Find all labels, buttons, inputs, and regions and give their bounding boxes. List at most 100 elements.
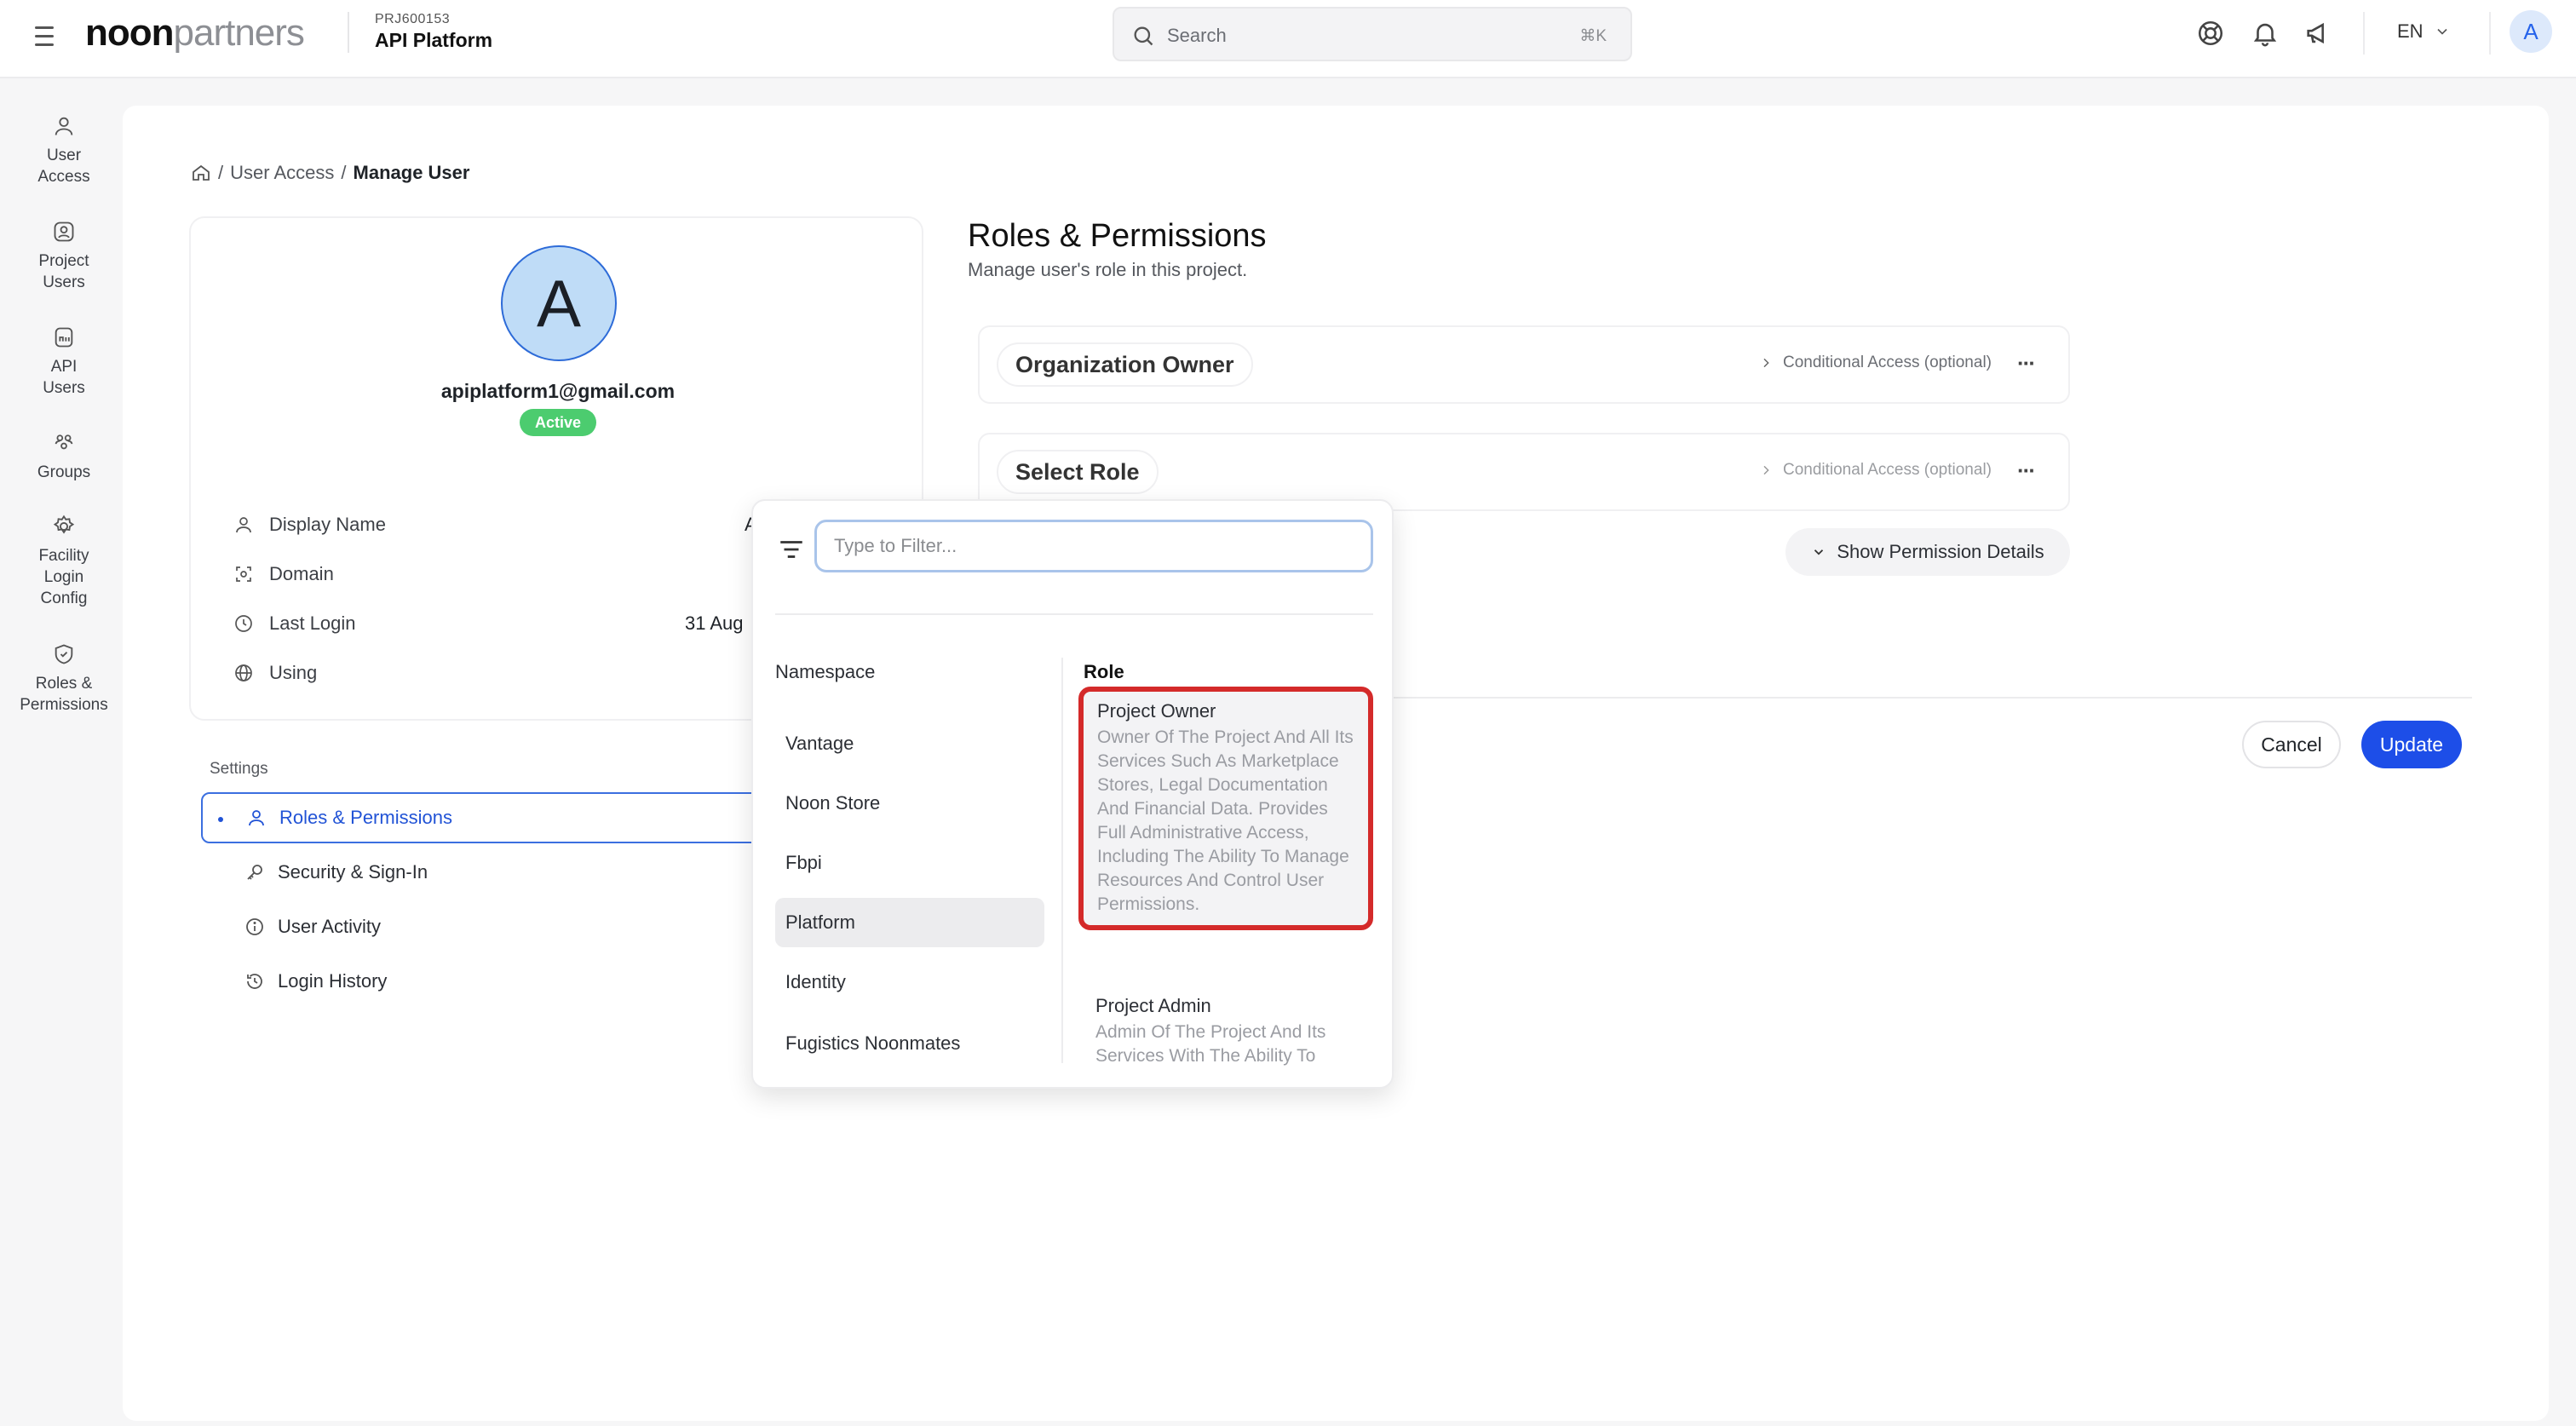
namespace-item-noon-store[interactable]: Noon Store — [775, 779, 1044, 828]
breadcrumb-current: Manage User — [353, 162, 470, 183]
filter-input[interactable] — [814, 520, 1373, 572]
breadcrumb-separator: / — [341, 162, 347, 183]
conditional-access-toggle[interactable]: Conditional Access (optional) — [1759, 354, 1992, 372]
history-icon — [242, 969, 267, 994]
logo-noon: noon — [85, 12, 175, 54]
namespace-item-platform[interactable]: Platform — [775, 898, 1044, 947]
namespace-item-identity[interactable]: Identity — [775, 957, 1044, 1007]
show-permission-details-button[interactable]: Show Permission Details — [1785, 528, 2070, 576]
settings-title: Settings — [210, 760, 268, 778]
role-option-project-owner[interactable]: Project Owner Owner Of The Project And A… — [1078, 687, 1373, 930]
settings-roles-permissions[interactable]: Roles & Permissions — [201, 792, 814, 843]
namespace-item-vantage[interactable]: Vantage — [775, 719, 1044, 768]
role-header: Role — [1084, 661, 1124, 682]
namespace-item-fugistics-noonmates[interactable]: Fugistics Noonmates — [775, 1019, 1044, 1068]
role-option-description: Owner Of The Project And All Its Service… — [1097, 727, 1354, 914]
settings-label: User Activity — [278, 916, 382, 937]
home-icon[interactable] — [191, 163, 211, 183]
user-icon — [244, 805, 269, 831]
more-options-icon[interactable]: ··· — [2009, 453, 2043, 487]
namespace-header: Namespace — [775, 661, 876, 682]
role-option-description: Admin Of The Project And Its Services Wi… — [1095, 1022, 1326, 1066]
user-icon — [232, 513, 256, 537]
nav-project-users[interactable]: Project Users — [0, 220, 128, 293]
logo[interactable]: noonpartners — [85, 12, 305, 55]
shield-check-icon — [55, 644, 73, 664]
update-button[interactable]: Update — [2361, 721, 2462, 768]
roles-title: Roles & Permissions — [968, 218, 1267, 254]
conditional-access-label: Conditional Access (optional) — [1782, 461, 1992, 479]
nav-label: Config — [40, 589, 88, 607]
groups-icon — [55, 434, 73, 450]
conditional-access-label: Conditional Access (optional) — [1782, 354, 1992, 371]
nav-user-access[interactable]: User Access — [0, 114, 128, 187]
nav-api-users[interactable]: API Users — [0, 325, 128, 399]
info-label: Last Login — [269, 612, 356, 634]
breadcrumb: / User Access / Manage User — [191, 162, 469, 184]
nav-label: Permissions — [20, 696, 108, 714]
info-label: Display Name — [269, 514, 386, 535]
user-square-icon — [54, 221, 74, 242]
nav-label: Facility — [38, 547, 89, 565]
divider — [2363, 12, 2365, 55]
search-icon — [1134, 26, 1153, 46]
role-option-project-admin[interactable]: Project Admin Admin Of The Project And I… — [1078, 983, 1373, 1077]
filter-icon[interactable] — [777, 535, 806, 564]
profile-avatar: A — [501, 245, 617, 361]
nav-facility-login-config[interactable]: Facility Login Config — [0, 515, 128, 609]
megaphone-icon[interactable] — [2303, 19, 2332, 48]
profile-email: apiplatform1@gmail.com — [440, 380, 676, 402]
show-details-label: Show Permission Details — [1837, 541, 2044, 562]
nav-label: User — [46, 147, 82, 164]
gear-icon — [53, 515, 75, 534]
conditional-access-toggle[interactable]: Conditional Access (optional) — [1759, 461, 1992, 480]
status-badge: Active — [520, 409, 596, 436]
language-label: EN — [2397, 20, 2424, 42]
nav-label: Access — [37, 168, 90, 186]
chevron-right-icon — [1763, 465, 1769, 475]
nav-label: Users — [43, 379, 85, 397]
nav-label: Project — [38, 252, 89, 270]
column-divider — [1061, 658, 1063, 1063]
more-options-icon[interactable]: ··· — [2009, 346, 2043, 380]
namespace-item-fbpi[interactable]: Fbpi — [775, 838, 1044, 888]
settings-user-activity[interactable]: User Activity — [201, 901, 814, 952]
settings-login-history[interactable]: Login History — [201, 956, 814, 1007]
settings-security-sign-in[interactable]: Security & Sign-In — [201, 847, 814, 898]
divider — [775, 613, 1373, 615]
select-role-chip[interactable]: Select Role — [997, 450, 1159, 494]
user-avatar[interactable]: A — [2510, 10, 2552, 53]
active-dot — [218, 817, 223, 822]
project-name[interactable]: API Platform — [375, 29, 492, 52]
breadcrumb-user-access[interactable]: User Access — [230, 162, 334, 184]
logo-partners: partners — [173, 12, 305, 54]
info-label: Domain — [269, 563, 334, 584]
info-label: Using — [269, 662, 318, 683]
nav-roles-permissions[interactable]: Roles & Permissions — [0, 642, 128, 716]
bell-icon[interactable] — [2251, 19, 2280, 48]
top-bar: noonpartners PRJ600153 API Platform Sear… — [0, 0, 2576, 78]
nav-groups[interactable]: Groups — [0, 431, 128, 483]
role-picker-popover: Namespace Role Vantage Noon Store Fbpi P… — [751, 499, 1394, 1089]
help-lifebuoy-icon[interactable] — [2196, 19, 2225, 48]
nav-label: Groups — [37, 463, 91, 481]
nav-label: Roles & — [35, 675, 93, 693]
nav-label: Users — [43, 273, 85, 291]
settings-label: Login History — [278, 970, 388, 992]
settings-label: Roles & Permissions — [279, 807, 452, 828]
breadcrumb-separator: / — [218, 162, 224, 183]
menu-icon[interactable] — [31, 22, 58, 49]
role-chip-organization-owner[interactable]: Organization Owner — [997, 342, 1253, 387]
key-icon — [242, 860, 267, 885]
cancel-button[interactable]: Cancel — [2242, 721, 2341, 768]
language-selector[interactable]: EN — [2397, 20, 2451, 43]
nav-label: Login — [43, 568, 84, 586]
project-id: PRJ600153 — [375, 12, 451, 26]
api-icon — [55, 327, 73, 348]
chevron-right-icon — [1763, 358, 1769, 368]
info-value: 31 Aug — [685, 612, 744, 634]
search-shortcut: ⌘K — [1579, 27, 1607, 45]
clock-icon — [232, 612, 256, 635]
role-option-name: Project Owner — [1097, 700, 1216, 722]
search-bar[interactable]: Search ⌘K — [1113, 7, 1632, 61]
